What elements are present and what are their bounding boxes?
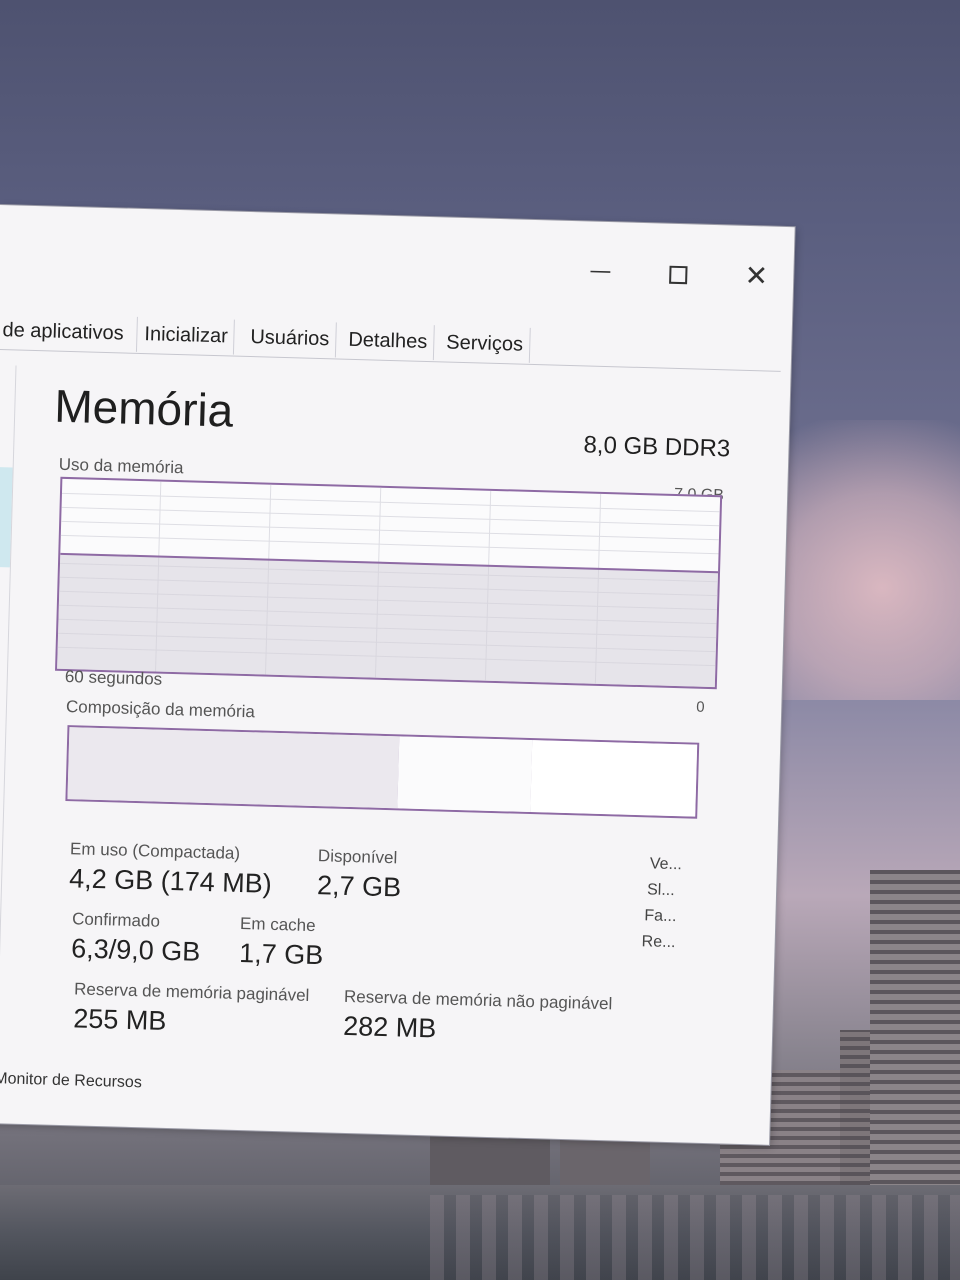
composition-standby [396, 736, 534, 813]
nonpaged-pool-value: 282 MB [342, 1010, 437, 1044]
cached-value: 1,7 GB [238, 937, 324, 971]
memory-spec: 8,0 GB DDR3 [583, 431, 731, 463]
composition-label: Composição da memória [65, 697, 256, 722]
tab-details[interactable]: Detalhes [341, 322, 435, 361]
tab-bar: de aplicativos Inicializar Usuários Deta… [0, 312, 782, 372]
memory-usage-fill [57, 552, 719, 688]
paged-pool-label: Reserva de memória paginável [73, 979, 310, 1005]
page-title: Memória [53, 379, 235, 437]
composition-free [530, 740, 698, 817]
in-use-label: Em uso (Compactada) [69, 839, 241, 863]
committed-value: 6,3/9,0 GB [70, 933, 201, 967]
close-button[interactable]: ✕ [736, 256, 777, 297]
committed-label: Confirmado [71, 909, 161, 931]
maximize-button[interactable] [658, 253, 699, 294]
minimize-icon: — [589, 258, 612, 285]
title-bar: — ✕ [0, 205, 795, 317]
task-manager-window: — ✕ de aplicativos Inicializar Usuários … [0, 205, 795, 1145]
tab-users[interactable]: Usuários [243, 319, 337, 358]
paged-pool-value: 255 MB [72, 1003, 167, 1036]
slots-label: Sl... [646, 881, 675, 900]
tab-services[interactable]: Serviços [439, 325, 531, 363]
usage-chart-label: Uso da memória [58, 454, 184, 478]
speed-label: Ve... [649, 855, 683, 874]
memory-usage-chart [55, 476, 723, 690]
memory-composition-bar [65, 725, 700, 819]
in-use-value: 4,2 GB (174 MB) [68, 863, 273, 899]
nonpaged-pool-label: Reserva de memória não paginável [343, 986, 613, 1014]
open-resource-monitor-link[interactable]: rir Monitor de Recursos [0, 1070, 142, 1093]
reserved-label: Re... [641, 933, 676, 952]
available-label: Disponível [317, 846, 398, 868]
time-span-label: 60 segundos [64, 666, 163, 689]
form-factor-label: Fa... [644, 907, 677, 926]
chart-zero-label: 0 [696, 698, 705, 716]
tab-startup[interactable]: Inicializar [137, 316, 236, 355]
composition-in-use [67, 727, 402, 809]
minimize-button[interactable]: — [580, 251, 621, 292]
maximize-icon [669, 265, 688, 284]
tab-app-history[interactable]: de aplicativos [0, 312, 138, 352]
water-reflection [430, 1195, 960, 1280]
close-icon: ✕ [744, 258, 769, 293]
cached-label: Em cache [239, 913, 316, 936]
available-value: 2,7 GB [316, 870, 402, 903]
